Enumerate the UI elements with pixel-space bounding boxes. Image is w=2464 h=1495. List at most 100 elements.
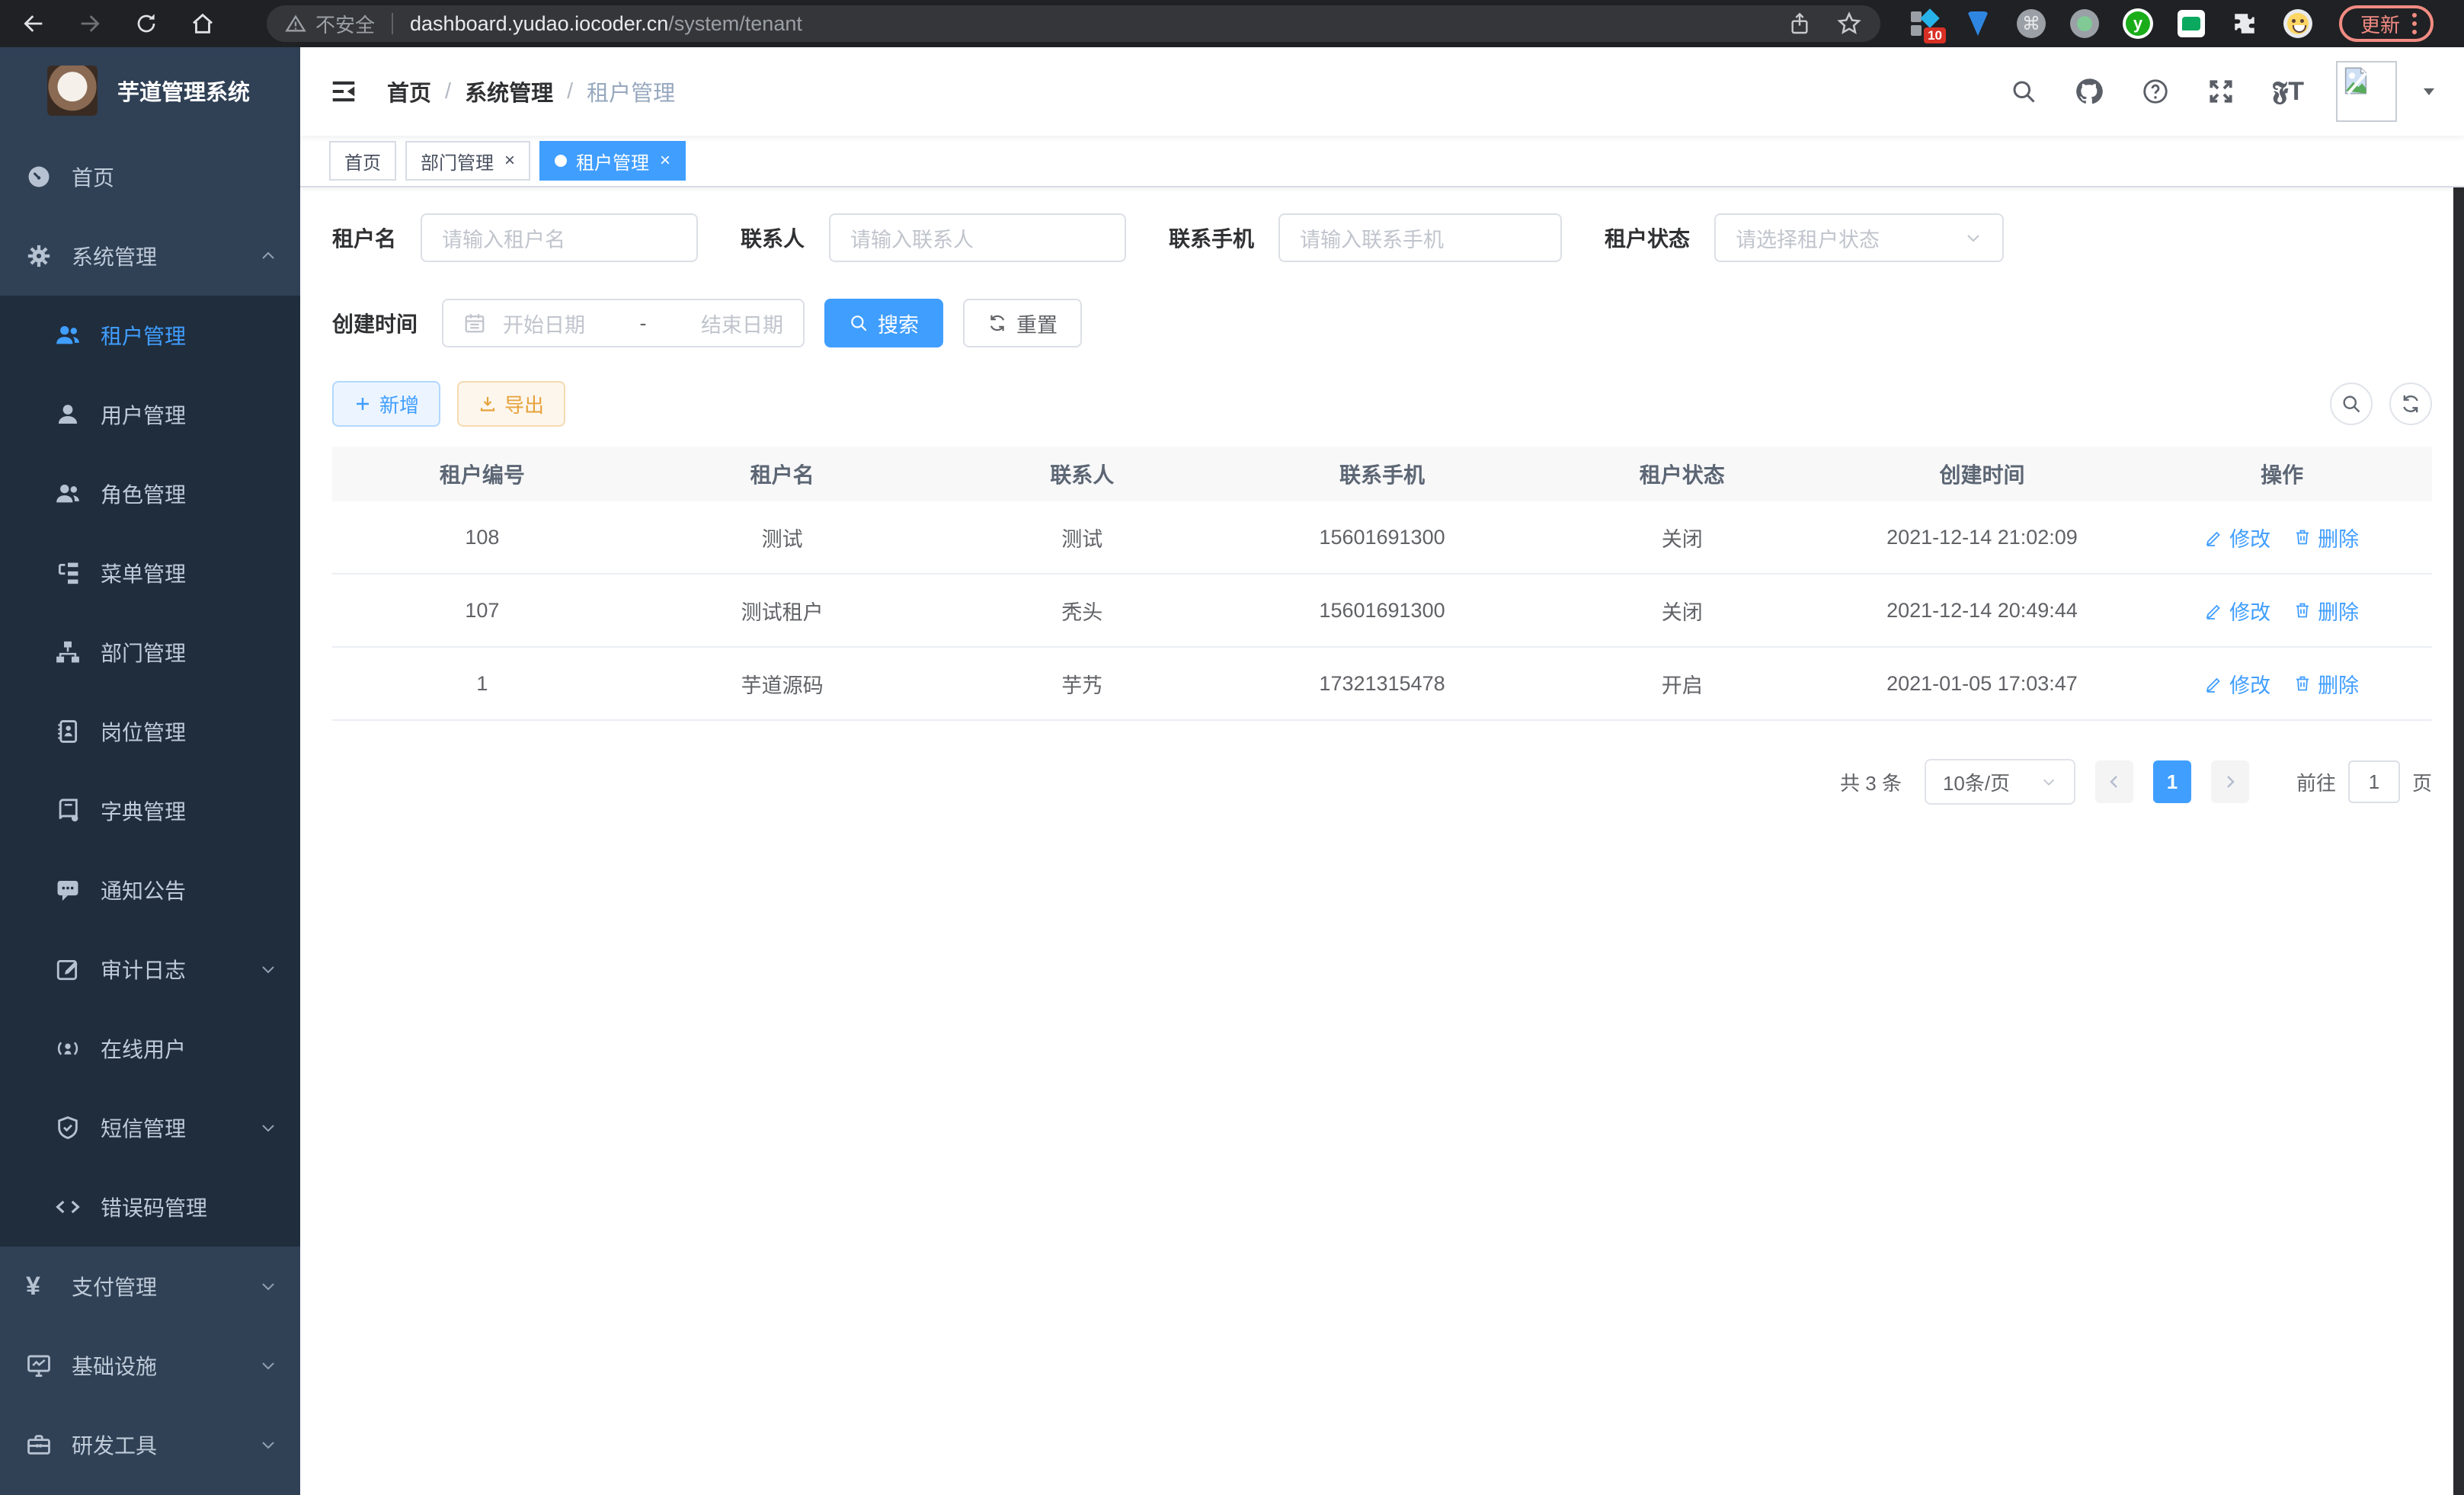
- url-host[interactable]: dashboard.yudao.iocoder.cn: [410, 12, 668, 36]
- sidebar-item-role[interactable]: 角色管理: [0, 454, 300, 533]
- edit-link[interactable]: 修改: [2205, 596, 2270, 626]
- breadcrumb-system[interactable]: 系统管理: [465, 75, 553, 107]
- chrome-update-button[interactable]: 更新: [2339, 5, 2434, 42]
- avatar[interactable]: [2336, 61, 2397, 122]
- search-button[interactable]: 搜索: [824, 299, 943, 347]
- sidebar-item-sms[interactable]: 短信管理: [0, 1088, 300, 1167]
- sidebar-collapse-icon[interactable]: [329, 77, 358, 106]
- url-path: /system/tenant: [668, 12, 802, 36]
- sidebar-item-user[interactable]: 用户管理: [0, 375, 300, 454]
- sidebar-item-system[interactable]: 系统管理: [0, 216, 300, 296]
- browser-menu-icon[interactable]: [2412, 13, 2417, 34]
- contact-label: 联系人: [741, 222, 805, 253]
- caret-down-icon[interactable]: [2420, 82, 2438, 101]
- add-button[interactable]: 新增: [332, 381, 440, 427]
- close-icon[interactable]: ×: [504, 152, 515, 170]
- font-size-icon[interactable]: 𝕱T: [2272, 77, 2304, 107]
- next-page-button[interactable]: [2211, 760, 2249, 803]
- sidebar-item-online-users[interactable]: 在线用户: [0, 1009, 300, 1088]
- page-number-button[interactable]: 1: [2153, 760, 2191, 803]
- security-label[interactable]: 不安全: [315, 10, 375, 38]
- search-icon: [849, 313, 869, 333]
- github-icon[interactable]: [2074, 76, 2104, 107]
- date-range-input[interactable]: 开始日期 - 结束日期: [442, 299, 805, 347]
- command-icon[interactable]: ⌘: [2016, 8, 2046, 39]
- table-header: 租户编号 租户名 联系人 联系手机 租户状态 创建时间 操作: [332, 447, 2432, 501]
- browser-forward-button[interactable]: [69, 2, 111, 45]
- column-header: 操作: [2132, 459, 2432, 489]
- delete-link[interactable]: 删除: [2293, 669, 2359, 699]
- chevron-down-icon: [1964, 229, 1982, 247]
- chat-icon[interactable]: [2176, 8, 2206, 39]
- recorder-icon[interactable]: [2069, 8, 2100, 39]
- puzzle-icon[interactable]: [2229, 8, 2260, 39]
- sidebar-item-notice[interactable]: 通知公告: [0, 850, 300, 930]
- delete-link[interactable]: 删除: [2293, 523, 2359, 552]
- chevron-up-icon: [259, 247, 277, 265]
- refresh-icon: [987, 313, 1007, 333]
- total-count: 共 3 条: [1840, 768, 1902, 796]
- export-button[interactable]: 导出: [457, 381, 565, 427]
- close-icon[interactable]: ×: [660, 152, 670, 170]
- sidebar-item-pay[interactable]: ¥ 支付管理: [0, 1247, 300, 1326]
- prev-page-button[interactable]: [2095, 760, 2133, 803]
- column-header: 租户状态: [1532, 459, 1832, 489]
- status-label: 租户状态: [1605, 222, 1690, 253]
- user-icon: [55, 402, 81, 427]
- tag-tenant-active[interactable]: 租户管理 ×: [539, 141, 686, 181]
- sidebar-item-dict[interactable]: 字典管理: [0, 771, 300, 850]
- share-icon[interactable]: [1787, 11, 1812, 36]
- goto-page-input[interactable]: 1: [2348, 760, 2400, 803]
- pinned-extension-icon[interactable]: 10: [1909, 8, 1940, 39]
- yudao-icon[interactable]: y: [2123, 8, 2153, 39]
- show-search-toggle-button[interactable]: [2330, 383, 2373, 425]
- table-row: 108 测试 测试 15601691300 关闭 2021-12-14 21:0…: [332, 501, 2432, 575]
- sidebar-item-menu[interactable]: 菜单管理: [0, 533, 300, 613]
- pencil-icon: [2205, 528, 2223, 546]
- sidebar-item-tenant[interactable]: 租户管理: [0, 296, 300, 375]
- browser-toolbar: 不安全 dashboard.yudao.iocoder.cn /system/t…: [0, 0, 2464, 47]
- kite-icon[interactable]: [1963, 8, 1993, 39]
- help-icon[interactable]: [2141, 77, 2170, 106]
- start-date-input[interactable]: 开始日期: [503, 309, 619, 338]
- address-bar[interactable]: 不安全 dashboard.yudao.iocoder.cn /system/t…: [267, 5, 1880, 42]
- browser-reload-button[interactable]: [125, 2, 168, 45]
- chevron-down-icon: [259, 1119, 277, 1137]
- sidebar-item-post[interactable]: 岗位管理: [0, 692, 300, 771]
- mobile-input[interactable]: 请输入联系手机: [1278, 213, 1562, 262]
- breadcrumb-current: 租户管理: [587, 75, 675, 107]
- tag-dept[interactable]: 部门管理 ×: [405, 141, 530, 181]
- fullscreen-icon[interactable]: [2206, 77, 2235, 106]
- search-icon[interactable]: [2010, 78, 2037, 105]
- reset-button[interactable]: 重置: [963, 299, 1082, 347]
- sidebar-item-error-code[interactable]: 错误码管理: [0, 1167, 300, 1247]
- pagination: 共 3 条 10条/页 1 前往 1 页: [332, 759, 2432, 805]
- sidebar-item-dept[interactable]: 部门管理: [0, 613, 300, 692]
- sidebar-item-label: 在线用户: [101, 1033, 186, 1064]
- bookmark-star-icon[interactable]: [1836, 11, 1862, 37]
- page-size-select[interactable]: 10条/页: [1925, 759, 2075, 805]
- status-select[interactable]: 请选择租户状态: [1714, 213, 2004, 262]
- edit-link[interactable]: 修改: [2205, 669, 2270, 699]
- refresh-table-button[interactable]: [2389, 383, 2432, 425]
- page-scrollbar[interactable]: [2453, 47, 2464, 1495]
- delete-link[interactable]: 删除: [2293, 596, 2359, 626]
- edit-link[interactable]: 修改: [2205, 523, 2270, 552]
- tag-home[interactable]: 首页: [329, 141, 396, 181]
- tenant-name-input[interactable]: 请输入租户名: [421, 213, 698, 262]
- breadcrumb-home[interactable]: 首页: [387, 75, 431, 107]
- update-label: 更新: [2360, 10, 2400, 38]
- end-date-input[interactable]: 结束日期: [667, 309, 783, 338]
- chevron-down-icon: [259, 1436, 277, 1454]
- browser-home-button[interactable]: [181, 2, 224, 45]
- sidebar-item-home[interactable]: 首页: [0, 137, 300, 216]
- message-icon: [55, 877, 81, 903]
- browser-back-button[interactable]: [12, 2, 55, 45]
- sidebar-item-devtools[interactable]: 研发工具: [0, 1405, 300, 1484]
- pencil-icon: [2205, 601, 2223, 619]
- emoji-icon[interactable]: [2283, 8, 2313, 39]
- contact-input[interactable]: 请输入联系人: [829, 213, 1126, 262]
- sidebar-item-infra[interactable]: 基础设施: [0, 1326, 300, 1405]
- sidebar-item-audit-log[interactable]: 审计日志: [0, 930, 300, 1009]
- sidebar-logo[interactable]: 芋道管理系统: [0, 47, 300, 134]
